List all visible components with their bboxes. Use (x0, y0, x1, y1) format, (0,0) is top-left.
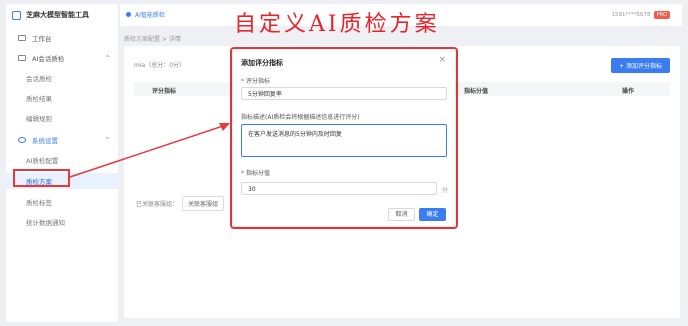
annotation-arrow (69, 123, 230, 178)
arrow-line (69, 124, 227, 178)
